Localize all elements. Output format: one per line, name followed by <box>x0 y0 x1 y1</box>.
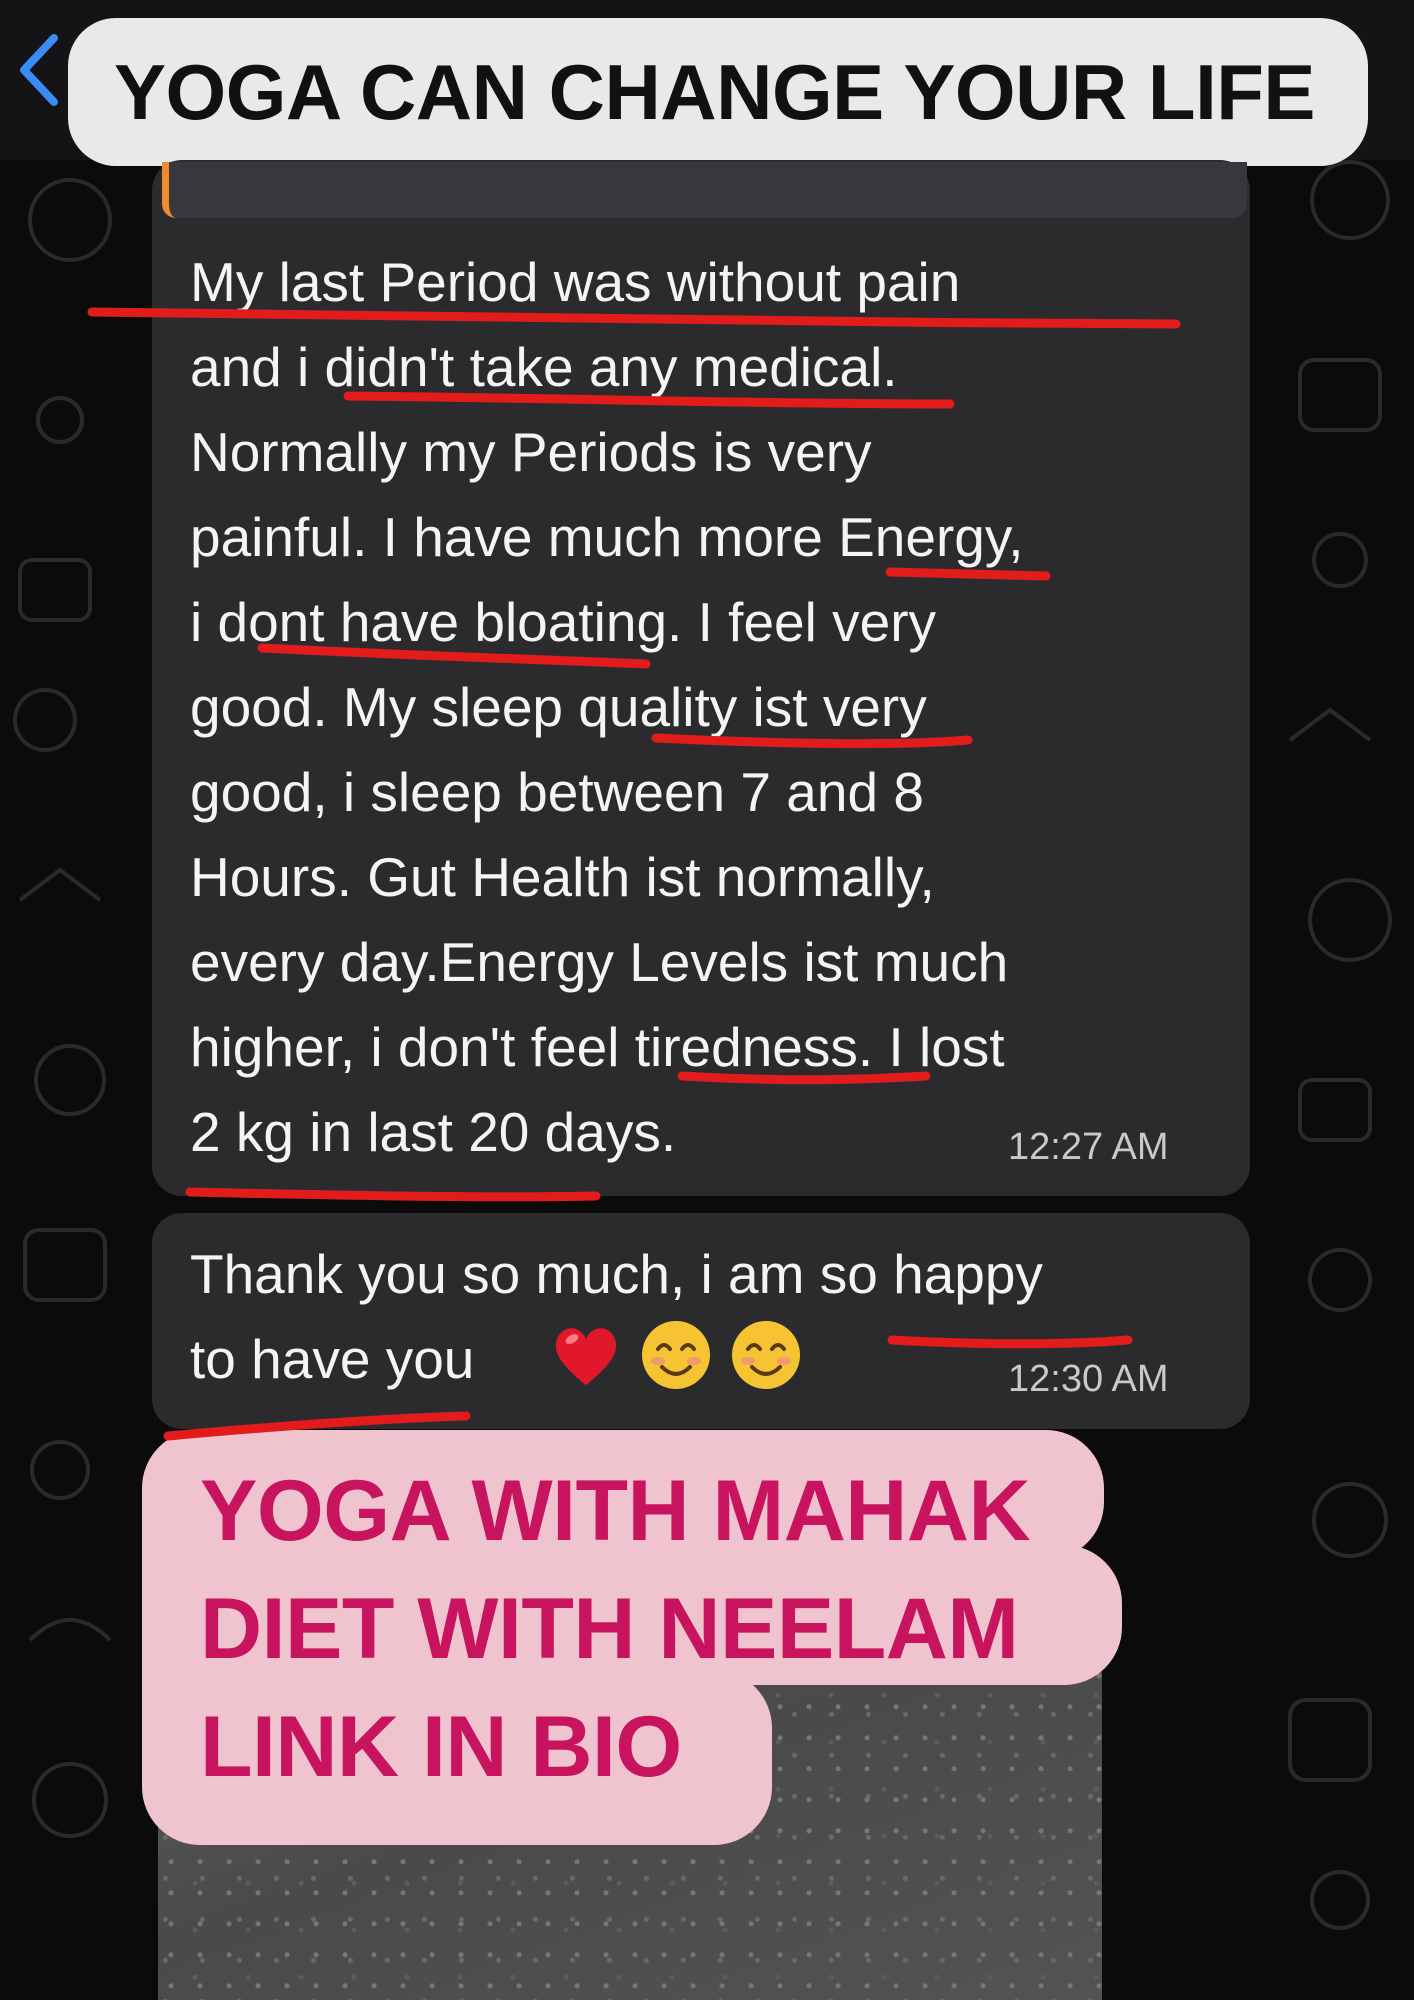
message-timestamp: 12:30 AM <box>1008 1358 1169 1400</box>
message-text: My last Period was without pain and i di… <box>190 251 1024 1163</box>
smiling-face-icon <box>642 1321 710 1389</box>
emoji-row <box>548 1317 804 1393</box>
title-text: YOGA CAN CHANGE YOUR LIFE <box>114 47 1315 136</box>
red-heart-icon <box>555 1328 617 1385</box>
title-banner: YOGA CAN CHANGE YOUR LIFE <box>68 18 1368 166</box>
smiling-face-icon <box>732 1321 800 1389</box>
message-timestamp: 12:27 AM <box>1008 1126 1169 1168</box>
promo-text: YOGA WITH MAHAK DIET WITH NEELAM LINK IN… <box>200 1463 1031 1795</box>
quoted-reply-stub[interactable] <box>162 162 1247 218</box>
chevron-left-icon[interactable] <box>10 30 66 110</box>
